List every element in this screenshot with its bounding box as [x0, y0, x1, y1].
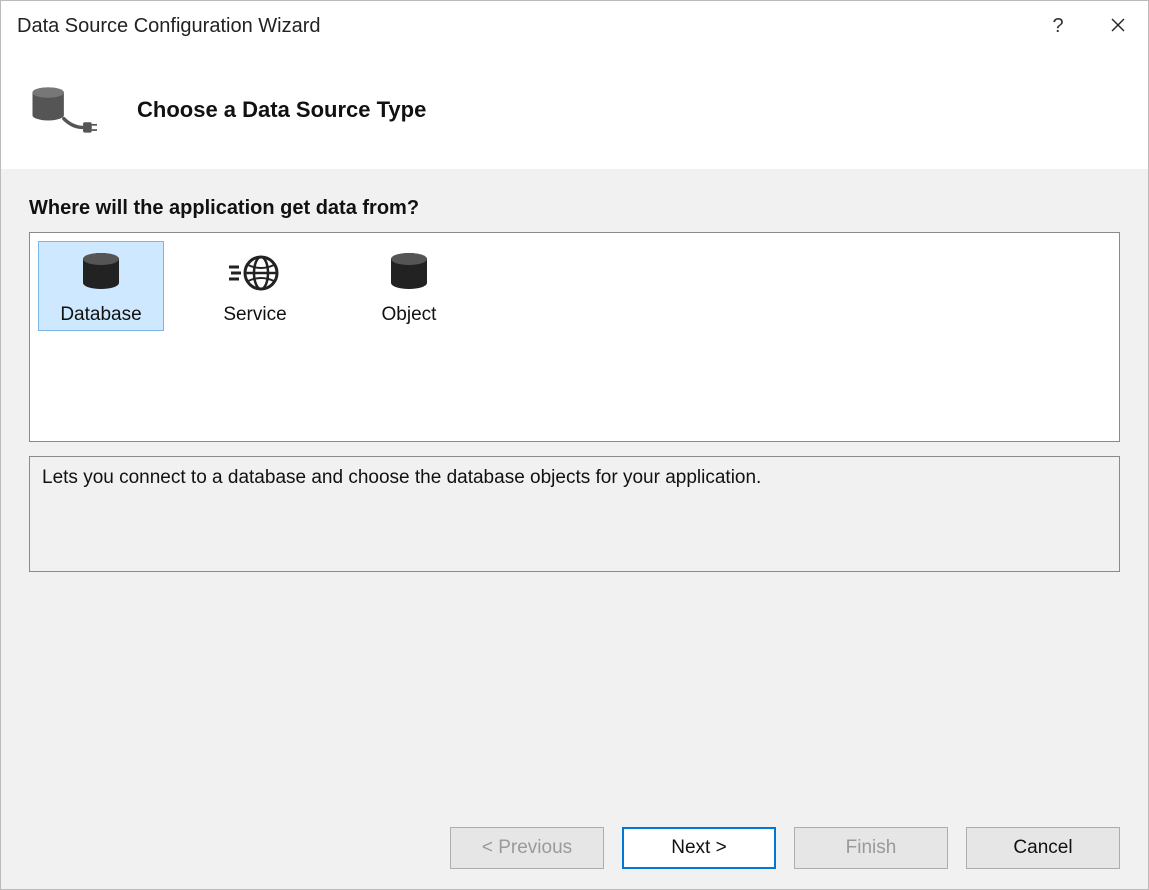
cancel-button[interactable]: Cancel	[966, 827, 1120, 869]
object-icon	[387, 251, 431, 298]
choice-label: Object	[382, 304, 437, 326]
choice-service[interactable]: Service	[192, 241, 318, 331]
choice-object[interactable]: Object	[346, 241, 472, 331]
wizard-body: Where will the application get data from…	[1, 169, 1148, 807]
choice-label: Database	[60, 304, 141, 326]
wizard-step-title: Choose a Data Source Type	[137, 97, 426, 123]
choice-description: Lets you connect to a database and choos…	[29, 456, 1120, 572]
wizard-window: Data Source Configuration Wizard ?	[0, 0, 1149, 890]
window-title: Data Source Configuration Wizard	[17, 15, 320, 38]
data-source-type-list: Database	[29, 232, 1120, 442]
database-icon	[79, 251, 123, 298]
help-button[interactable]: ?	[1028, 1, 1088, 51]
title-bar-buttons: ?	[1028, 1, 1148, 51]
wizard-banner: Choose a Data Source Type	[1, 51, 1148, 169]
close-button[interactable]	[1088, 1, 1148, 51]
choice-database[interactable]: Database	[38, 241, 164, 331]
service-icon	[229, 253, 281, 298]
next-button[interactable]: Next >	[622, 827, 776, 869]
help-icon: ?	[1052, 15, 1063, 38]
prompt-text: Where will the application get data from…	[29, 197, 1120, 220]
previous-button: < Previous	[450, 827, 604, 869]
title-bar: Data Source Configuration Wizard ?	[1, 1, 1148, 51]
choice-label: Service	[223, 304, 286, 326]
close-icon	[1111, 15, 1125, 38]
finish-button: Finish	[794, 827, 948, 869]
wizard-button-bar: < Previous Next > Finish Cancel	[1, 807, 1148, 889]
data-source-icon	[29, 76, 97, 144]
